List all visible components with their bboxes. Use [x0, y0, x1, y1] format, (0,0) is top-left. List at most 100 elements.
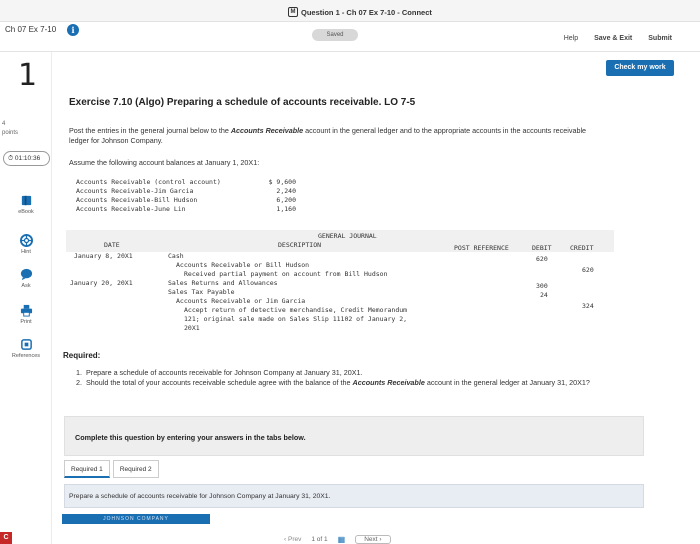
- journal-line: 121; original sale made on Sales Slip 11…: [184, 315, 408, 323]
- debit-amount: 300: [536, 282, 548, 290]
- entry-date: January 20, 20X1: [70, 279, 133, 287]
- required-text-before: Should the total of your accounts receiv…: [86, 378, 353, 387]
- instruction-box: Complete this question by entering your …: [64, 416, 644, 456]
- instructions-before: Post the entries in the general journal …: [69, 126, 231, 135]
- journal-line: Sales Returns and Allowances: [168, 279, 278, 287]
- assignment-header: Ch 07 Ex 7-10 i Saved Help Save & Exit S…: [0, 22, 700, 52]
- assignment-name: Ch 07 Ex 7-10: [5, 25, 57, 34]
- question-content: Check my work Exercise 7.10 (Algo) Prepa…: [52, 52, 700, 544]
- ask-button[interactable]: Ask: [0, 268, 52, 289]
- journal-line: Received partial payment on account from…: [184, 270, 388, 278]
- company-header: JOHNSON COMPANY: [62, 514, 210, 524]
- col-credit: CREDIT: [570, 244, 594, 252]
- points-info: 4 points: [2, 120, 18, 138]
- book-icon: [21, 195, 31, 206]
- page-current: 1: [311, 535, 315, 543]
- balance-value: $ 9,600: [268, 178, 296, 186]
- prepare-text: Prepare a schedule of accounts receivabl…: [69, 493, 331, 500]
- required-item: 1. Prepare a schedule of accounts receiv…: [76, 368, 656, 378]
- general-journal: GENERAL JOURNAL DATE DESCRIPTION POST RE…: [66, 230, 614, 383]
- help-link[interactable]: Help: [564, 35, 578, 42]
- exercise-title: Exercise 7.10 (Algo) Preparing a schedul…: [69, 97, 416, 108]
- clock-icon: ⏱: [8, 155, 14, 162]
- balance-label: Accounts Receivable-Jim Garcia: [76, 187, 194, 195]
- col-debit: DEBIT: [532, 244, 552, 252]
- debit-amount: 620: [536, 255, 548, 263]
- required-text-bold: Accounts Receivable: [352, 378, 425, 387]
- page-of: of: [316, 535, 323, 543]
- page-total: 1: [324, 535, 328, 543]
- question-pager: ‹ Prev 1 of 1 ▦ Next ›: [284, 532, 454, 544]
- instructions-bold: Accounts Receivable: [230, 126, 304, 135]
- timer[interactable]: ⏱ 01:10:36: [3, 151, 50, 166]
- balance-value: 2,240: [276, 187, 296, 195]
- ask-label: Ask: [21, 283, 31, 289]
- journal-line: Accounts Receivable or Jim Garcia: [176, 297, 306, 305]
- balance-row: Accounts Receivable (control account) $ 9…: [76, 178, 296, 187]
- page-indicator: 1 of 1: [311, 536, 327, 543]
- window-title-bar: M Question 1 - Ch 07 Ex 7-10 - Connect: [0, 0, 700, 22]
- required-list: 1. Prepare a schedule of accounts receiv…: [76, 368, 656, 388]
- required-item: 2. Should the total of your accounts rec…: [76, 378, 656, 388]
- journal-line: 20X1: [184, 324, 200, 332]
- references-button[interactable]: References: [0, 338, 52, 359]
- task-prompt: Prepare a schedule of accounts receivabl…: [64, 484, 644, 508]
- connect-logo-icon: M: [288, 7, 298, 17]
- window-title: M Question 1 - Ch 07 Ex 7-10 - Connect: [288, 7, 432, 17]
- hint-label: Hint: [21, 249, 31, 255]
- submit-button[interactable]: Submit: [648, 35, 672, 42]
- timer-value: 01:10:36: [14, 155, 41, 162]
- tab-required-2[interactable]: Required 2: [112, 460, 159, 478]
- next-button[interactable]: Next ›: [355, 534, 391, 544]
- grid-icon[interactable]: ▦: [338, 535, 346, 544]
- journal-line: Accounts Receivable or Bill Hudson: [176, 261, 310, 269]
- entry-date: January 8, 20X1: [74, 252, 133, 260]
- required-number: 1.: [76, 368, 82, 377]
- credit-amount: 620: [582, 266, 594, 274]
- balance-label: Accounts Receivable (control account): [76, 178, 221, 186]
- assume-text: Assume the following account balances at…: [69, 158, 260, 167]
- journal-line: Accept return of detective merchandise, …: [184, 306, 408, 314]
- prev-button[interactable]: ‹ Prev: [284, 536, 301, 543]
- debit-amount: 24: [540, 291, 548, 299]
- journal-line: Sales Tax Payable: [168, 288, 235, 296]
- question-number: 1: [18, 58, 38, 93]
- ebook-label: eBook: [18, 209, 34, 215]
- print-label: Print: [20, 319, 32, 325]
- tab-required-1[interactable]: Required 1: [64, 460, 110, 478]
- references-icon: [20, 339, 32, 350]
- hint-button[interactable]: Hint: [0, 234, 52, 255]
- col-description: DESCRIPTION: [278, 241, 322, 249]
- balance-row: Accounts Receivable-June Lin 1,160: [76, 205, 296, 214]
- balance-row: Accounts Receivable-Jim Garcia 2,240: [76, 187, 296, 196]
- points-label: points: [2, 130, 19, 136]
- required-text: Should the total of your accounts receiv…: [86, 378, 590, 388]
- window-title-text: Question 1 - Ch 07 Ex 7-10 - Connect: [301, 7, 432, 17]
- col-date: DATE: [104, 241, 120, 249]
- info-icon[interactable]: i: [67, 24, 79, 36]
- ebook-button[interactable]: eBook: [0, 194, 52, 215]
- check-my-work-button[interactable]: Check my work: [606, 60, 674, 76]
- credit-amount: 324: [582, 302, 594, 310]
- question-sidebar: 1 4 points ⏱ 01:10:36 eBook Hint Ask Pri…: [0, 52, 52, 544]
- saved-status: Saved: [312, 29, 358, 41]
- balance-value: 6,200: [276, 196, 296, 204]
- account-balances: Accounts Receivable (control account) $ 9…: [76, 178, 296, 214]
- printer-icon: [20, 304, 32, 317]
- required-heading: Required:: [63, 351, 101, 360]
- balance-row: Accounts Receivable-Bill Hudson 6,200: [76, 196, 296, 205]
- chat-icon: [20, 268, 32, 281]
- instructions: Post the entries in the general journal …: [69, 126, 589, 146]
- balance-label: Accounts Receivable-Bill Hudson: [76, 196, 198, 204]
- references-label: References: [11, 353, 41, 359]
- balance-value: 1,160: [276, 205, 296, 213]
- print-button[interactable]: Print: [0, 304, 52, 325]
- required-number: 2.: [76, 378, 82, 387]
- balance-label: Accounts Receivable-June Lin: [76, 205, 186, 213]
- col-post-reference: POST REFERENCE: [454, 244, 509, 252]
- requirement-tabs: Required 1 Required 2: [64, 460, 162, 478]
- save-exit-button[interactable]: Save & Exit: [594, 35, 632, 42]
- corner-badge: C: [0, 532, 12, 544]
- next-label: Next: [364, 535, 378, 543]
- required-text: Prepare a schedule of accounts receivabl…: [86, 368, 363, 377]
